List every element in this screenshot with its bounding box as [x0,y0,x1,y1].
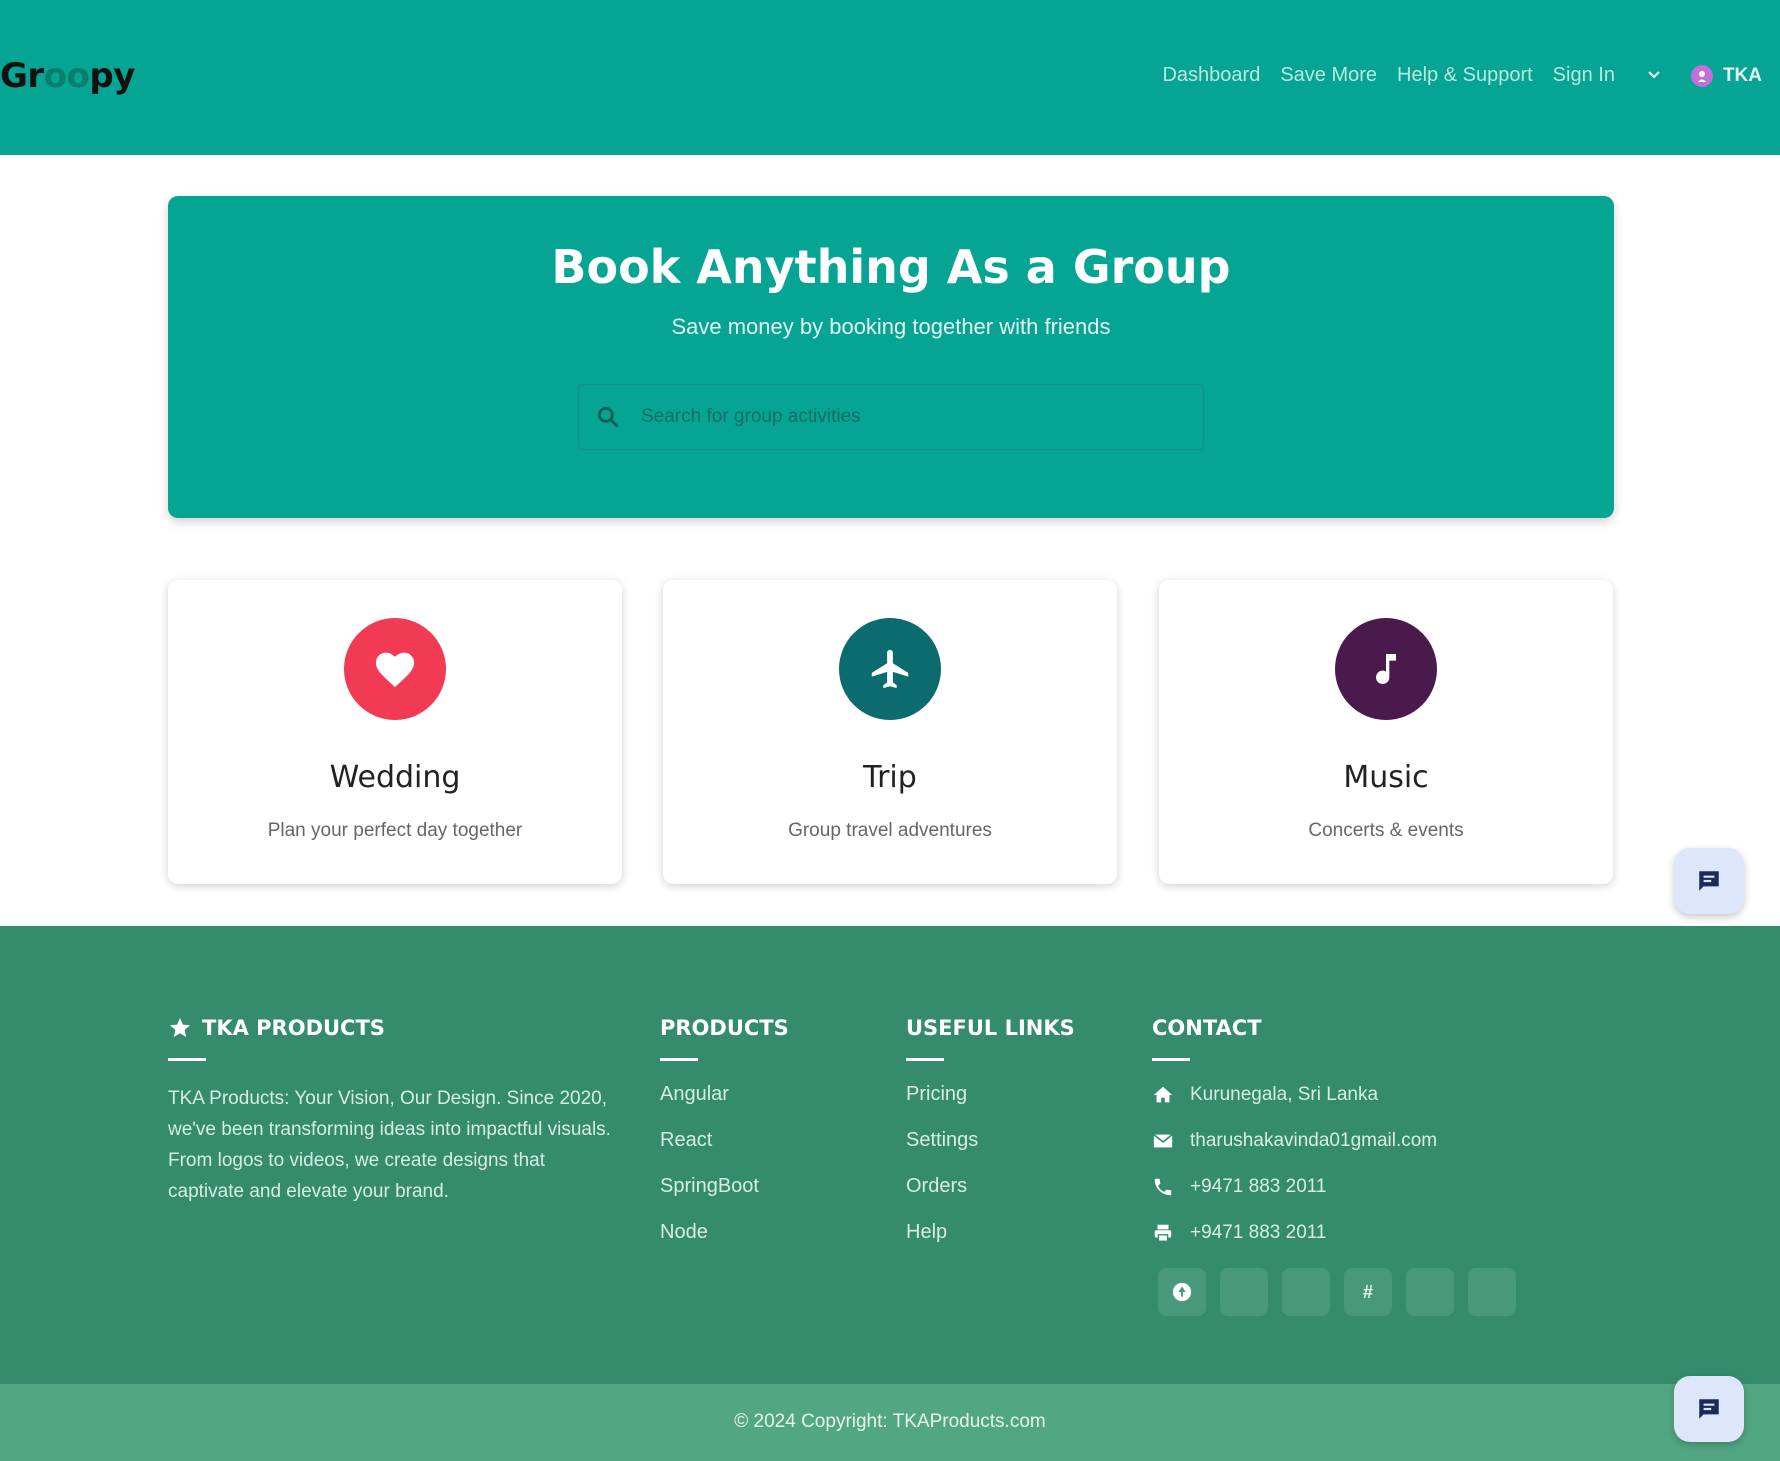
footer-products-links: Angular React SpringBoot Node [660,1083,789,1244]
card-description: Group travel adventures [788,820,992,841]
footer-contact-list: Kurunegala, Sri Lanka tharushakavinda01g… [1152,1083,1437,1245]
footer-products-column: PRODUCTS Angular React SpringBoot Node [660,1016,789,1267]
social-icon[interactable] [1220,1268,1268,1316]
hero-banner: Book Anything As a Group Save money by b… [168,196,1614,518]
footer-about-column: TKA PRODUCTS TKA Products: Your Vision, … [168,1016,614,1207]
nav-link-sign-in[interactable]: Sign In [1553,64,1615,87]
github-icon[interactable] [1158,1268,1206,1316]
heart-icon [344,618,446,720]
contact-address: Kurunegala, Sri Lanka [1152,1083,1437,1107]
hashtag-icon[interactable]: # [1344,1268,1392,1316]
envelope-icon [1153,1133,1173,1148]
social-icon[interactable] [1468,1268,1516,1316]
hero-subtitle: Save money by booking together with frie… [671,314,1111,339]
social-icon[interactable] [1406,1268,1454,1316]
footer-brand-heading: TKA PRODUCTS [168,1016,614,1040]
home-icon [1153,1086,1173,1103]
card-title: Music [1343,760,1429,795]
card-description: Concerts & events [1308,820,1464,841]
printer-icon [1154,1224,1172,1242]
footer: TKA PRODUCTS TKA Products: Your Vision, … [0,926,1780,1384]
footer-link-pricing[interactable]: Pricing [906,1083,1075,1106]
search-icon [597,406,619,428]
nav-menu: Dashboard Save More Help & Support Sign … [1162,64,1762,87]
footer-link-angular[interactable]: Angular [660,1083,789,1106]
music-note-icon [1335,618,1437,720]
card-title: Trip [863,760,917,795]
card-title: Wedding [329,760,461,795]
card-description: Plan your perfect day together [267,820,523,841]
nav-link-save-more[interactable]: Save More [1280,64,1377,87]
chat-icon [1699,871,1719,891]
top-navbar: Groopy Dashboard Save More Help & Suppor… [0,0,1780,155]
footer-useful-links-heading: USEFUL LINKS [906,1016,1075,1040]
social-links: # [1158,1268,1516,1316]
nav-link-help-support[interactable]: Help & Support [1397,64,1533,87]
chat-button[interactable] [1674,848,1744,914]
category-card-trip[interactable]: Trip Group travel adventures [663,580,1117,884]
user-name: TKA [1722,64,1762,86]
logo-text-start: Gr [0,56,44,96]
footer-link-springboot[interactable]: SpringBoot [660,1175,789,1198]
footer-link-help[interactable]: Help [906,1221,1075,1244]
logo[interactable]: Groopy [0,56,135,96]
heading-underline [1152,1058,1190,1061]
social-icon[interactable] [1282,1268,1330,1316]
search-box[interactable] [578,384,1204,450]
footer-about-text: TKA Products: Your Vision, Our Design. S… [168,1088,611,1202]
contact-fax-text: +9471 883 2011 [1190,1222,1327,1243]
hero-title: Book Anything As a Group [551,240,1231,294]
user-menu[interactable]: TKA [1690,64,1762,87]
logo-text-end: py [89,56,135,96]
category-card-wedding[interactable]: Wedding Plan your perfect day together [168,580,622,884]
footer-contact-heading: CONTACT [1152,1016,1262,1040]
footer-useful-links-column: USEFUL LINKS Pricing Settings Orders Hel… [906,1016,1075,1267]
footer-link-node[interactable]: Node [660,1221,789,1244]
airplane-icon [839,618,941,720]
footer-products-heading: PRODUCTS [660,1016,789,1040]
category-card-music[interactable]: Music Concerts & events [1159,580,1613,884]
star-icon [170,1018,190,1037]
footer-brand-text: TKA PRODUCTS [202,1016,385,1040]
search-input[interactable] [641,406,1181,428]
heading-underline [906,1058,944,1061]
footer-useful-links: Pricing Settings Orders Help [906,1083,1075,1244]
contact-phone: +9471 883 2011 [1152,1175,1437,1199]
contact-email-text[interactable]: tharushakavinda01gmail.com [1190,1130,1437,1152]
avatar-icon [1690,64,1713,87]
footer-contact-column: CONTACT Kurunegala, Sri Lanka tharushaka… [1152,1016,1437,1267]
heading-underline [660,1058,698,1061]
heading-underline [168,1058,206,1061]
contact-address-text: Kurunegala, Sri Lanka [1190,1084,1379,1105]
footer-link-settings[interactable]: Settings [906,1129,1075,1152]
chat-button[interactable] [1674,1376,1744,1442]
contact-fax: +9471 883 2011 [1152,1221,1437,1245]
contact-email: tharushakavinda01gmail.com [1152,1129,1437,1153]
footer-link-react[interactable]: React [660,1129,789,1152]
chat-icon [1699,1399,1719,1419]
copyright-bar: © 2024 Copyright: TKAProducts.com [0,1384,1780,1461]
logo-text-accent: oo [43,56,90,96]
copyright-text: © 2024 Copyright: TKAProducts.com [734,1411,1046,1432]
phone-icon [1154,1178,1172,1196]
chevron-down-icon[interactable] [1647,67,1661,85]
footer-link-orders[interactable]: Orders [906,1175,1075,1198]
contact-phone-text: +9471 883 2011 [1190,1176,1327,1197]
nav-link-dashboard[interactable]: Dashboard [1162,64,1260,87]
